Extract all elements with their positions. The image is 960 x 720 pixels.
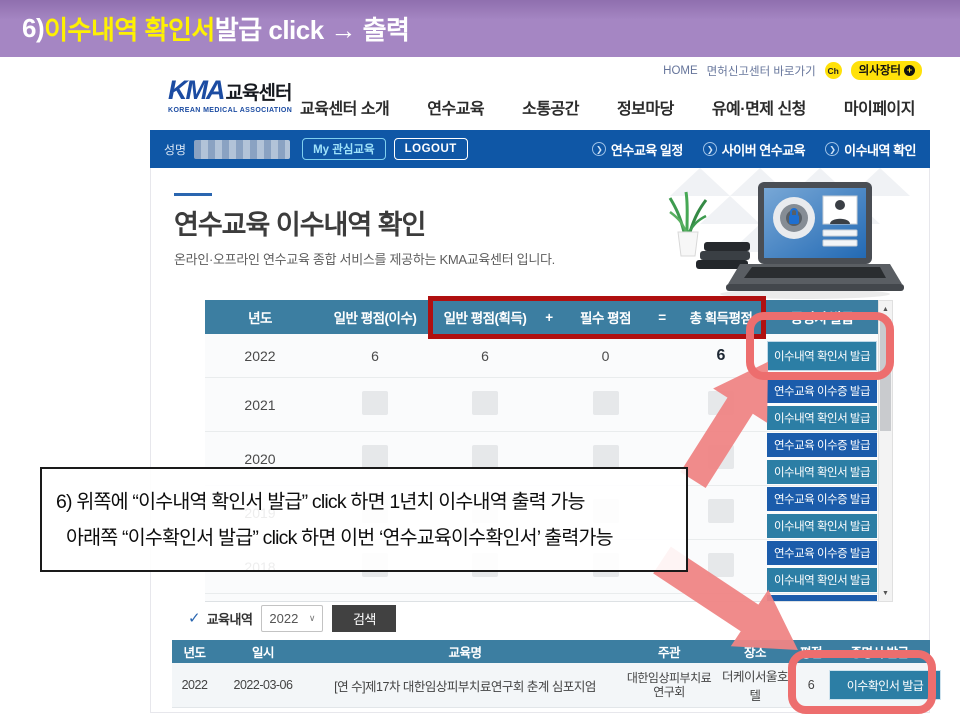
- doctor-market-badge[interactable]: 의사장터 +: [851, 61, 922, 80]
- name-label: 성명: [164, 141, 186, 158]
- check-icon: ✓: [188, 609, 201, 627]
- doctor-market-label: 의사장터: [859, 62, 901, 78]
- laptop-security-illustration: [640, 168, 912, 300]
- annotation-line2: 아래쪽 “이수확인서 발급” click 하면 이번 ‘연수교육이수확인서’ 출…: [56, 520, 686, 556]
- plus-icon: +: [904, 65, 915, 76]
- highlight-box-bottom-button: [788, 650, 936, 714]
- scroll-down-icon[interactable]: ▼: [879, 586, 892, 600]
- col-year: 년도: [205, 307, 315, 327]
- filter-row: ✓ 교육내역 2022 ∨ 검색: [188, 604, 396, 632]
- chevron-circle-icon: ❯: [825, 142, 839, 156]
- kma-logo[interactable]: KMA 교육센터 KOREAN MEDICAL ASSOCIATION: [168, 75, 298, 114]
- issue-completion-cert-button[interactable]: 연수교육 이수증 발급: [767, 433, 877, 457]
- quick-link-schedule[interactable]: ❯ 연수교육 일정: [592, 140, 683, 159]
- redacted-value: [472, 391, 498, 415]
- page-subtitle: 온라인·오프라인 연수교육 종합 서비스를 제공하는 KMA교육센터 입니다.: [174, 249, 604, 268]
- nav-item-deferral[interactable]: 유예·면제 신청: [712, 95, 806, 119]
- redacted-user-name: [194, 140, 290, 159]
- user-bar: 성명 My 관심교육 LOGOUT ❯ 연수교육 일정 ❯ 사이버 연수교육 ❯…: [150, 130, 930, 168]
- chevron-circle-icon: ❯: [703, 142, 717, 156]
- heading-accent-line: [174, 193, 212, 196]
- logo-subtitle: KOREAN MEDICAL ASSOCIATION: [168, 107, 298, 114]
- redacted-value: [708, 553, 734, 577]
- quick-link-history-check[interactable]: ❯ 이수내역 확인: [825, 140, 916, 159]
- page-title: 연수교육 이수내역 확인: [174, 203, 604, 242]
- issue-history-confirm-button[interactable]: 이수내역 확인서 발급: [767, 406, 877, 430]
- issue-completion-cert-button[interactable]: 연수교육 이수증 발급: [767, 487, 877, 511]
- redacted-value: [472, 445, 498, 469]
- tutorial-slide: { "slide": { "title_prefix": "6) ", "tit…: [0, 0, 960, 720]
- annotation-note: 6) 위쪽에 “이수내역 확인서 발급” click 하면 1년치 이수내역 출…: [40, 467, 688, 572]
- filter-label: 교육내역: [207, 609, 253, 628]
- issue-history-confirm-button[interactable]: 이수내역 확인서 발급: [767, 514, 877, 538]
- nav-item-communication[interactable]: 소통공간: [522, 95, 579, 119]
- year-select[interactable]: 2022 ∨: [261, 605, 323, 632]
- chevron-down-icon: ∨: [309, 613, 316, 624]
- utility-links: HOME 면허신고센터 바로가기 Ch 의사장터 +: [663, 61, 922, 80]
- table-row-partial: 연수교육 이수증 발급 이수내역 확인서 발급: [205, 594, 878, 602]
- redacted-value: [708, 499, 734, 523]
- redacted-value: [708, 391, 734, 415]
- issue-completion-cert-button[interactable]: 연수교육 이수증 발급: [767, 379, 877, 403]
- redacted-value: [362, 445, 388, 469]
- highlight-box-header-columns: [428, 296, 766, 339]
- site-top-nav: KMA 교육센터 KOREAN MEDICAL ASSOCIATION HOME…: [150, 57, 930, 130]
- quick-link-cyber-edu[interactable]: ❯ 사이버 연수교육: [703, 140, 805, 159]
- slide-title-prefix: 6): [22, 13, 44, 44]
- page-head: 연수교육 이수내역 확인 온라인·오프라인 연수교육 종합 서비스를 제공하는 …: [174, 193, 604, 268]
- issue-completion-cert-button[interactable]: 연수교육 이수증 발급: [767, 595, 877, 602]
- logout-button[interactable]: LOGOUT: [394, 138, 468, 160]
- main-nav: 교육센터 소개 연수교육 소통공간 정보마당 유예·면제 신청 마이페이지: [300, 87, 915, 127]
- col-general-completed: 일반 평점(이수): [315, 307, 435, 327]
- issue-history-confirm-button[interactable]: 이수내역 확인서 발급: [767, 568, 877, 592]
- slide-title-highlight: 이수내역 확인서: [44, 10, 215, 47]
- annotation-line1: 6) 위쪽에 “이수내역 확인서 발급” click 하면 1년치 이수내역 출…: [56, 484, 686, 520]
- slide-title-suffix: 발급 click → 출력: [215, 10, 410, 47]
- quick-links: ❯ 연수교육 일정 ❯ 사이버 연수교육 ❯ 이수내역 확인: [592, 140, 916, 159]
- redacted-value: [593, 391, 619, 415]
- home-link[interactable]: HOME: [663, 65, 698, 77]
- issue-history-confirm-button[interactable]: 이수내역 확인서 발급: [767, 460, 877, 484]
- logo-name-text: 교육센터: [226, 78, 292, 105]
- chevron-circle-icon: ❯: [592, 142, 606, 156]
- nav-item-mypage[interactable]: 마이페이지: [844, 95, 915, 119]
- redacted-value: [362, 391, 388, 415]
- nav-item-info[interactable]: 정보마당: [617, 95, 674, 119]
- nav-item-about[interactable]: 교육센터 소개: [300, 95, 389, 119]
- redacted-value: [708, 445, 734, 469]
- kakao-channel-icon[interactable]: Ch: [825, 62, 842, 79]
- logo-kma-text: KMA: [168, 75, 224, 106]
- license-center-link[interactable]: 면허신고센터 바로가기: [707, 63, 816, 79]
- slide-title-bar: 6) 이수내역 확인서 발급 click → 출력: [0, 0, 960, 57]
- table-row-2021: 2021 연수교육 이수증 발급 이수내역 확인서 발급: [205, 378, 878, 432]
- highlight-box-top-button: [746, 312, 894, 380]
- search-button[interactable]: 검색: [332, 605, 396, 632]
- my-favorite-edu-button[interactable]: My 관심교육: [302, 138, 386, 160]
- issue-completion-cert-button[interactable]: 연수교육 이수증 발급: [767, 541, 877, 565]
- redacted-value: [593, 445, 619, 469]
- nav-item-training[interactable]: 연수교육: [427, 95, 484, 119]
